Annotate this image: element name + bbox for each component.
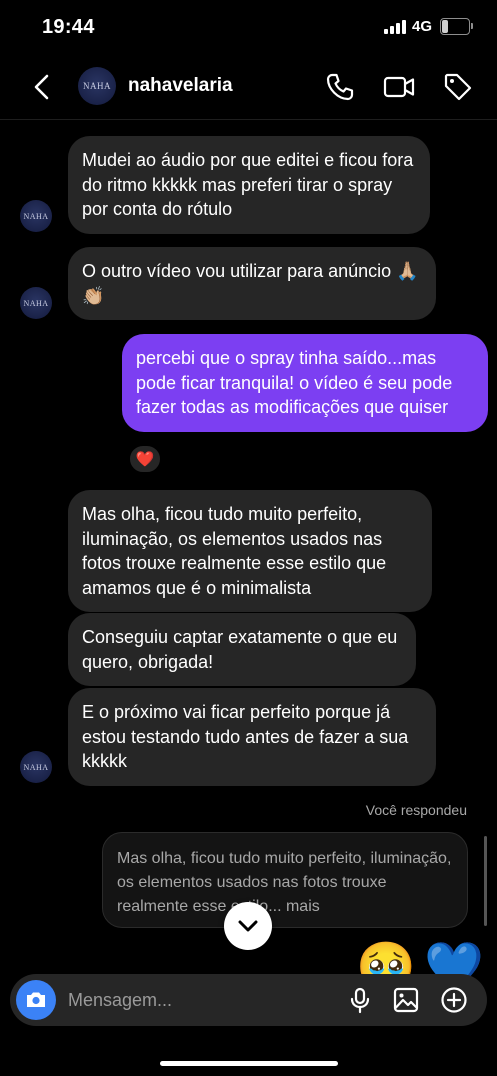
label-button[interactable] [442, 71, 474, 103]
chat-header: NAHA nahavelaria [0, 56, 497, 120]
battery-level: 5 [451, 19, 459, 33]
sender-avatar[interactable]: NAHA [20, 751, 52, 783]
contact-name[interactable]: nahavelaria [128, 75, 233, 97]
back-arrow-icon [34, 74, 49, 100]
status-bar: 19:44 4G 5 [0, 0, 497, 54]
message-reaction[interactable]: ❤️ [128, 444, 162, 474]
message-incoming[interactable]: E o próximo vai ficar perfeito porque já… [68, 688, 436, 786]
avatar-logo-text: NAHA [23, 211, 49, 221]
call-button[interactable] [324, 71, 356, 103]
scroll-to-bottom-button[interactable] [224, 902, 272, 950]
avatar-logo-text: NAHA [83, 81, 111, 91]
message-outgoing[interactable]: percebi que o spray tinha saído...mas po… [122, 334, 488, 432]
microphone-icon [350, 987, 370, 1014]
status-time: 19:44 [42, 16, 95, 38]
avatar-logo-text: NAHA [23, 762, 49, 772]
video-call-button[interactable] [383, 71, 415, 103]
more-options-button[interactable] [440, 986, 468, 1014]
gallery-icon [393, 987, 419, 1013]
battery-icon: 5 [440, 18, 470, 35]
message-input[interactable] [68, 988, 328, 1012]
you-replied-label: Você respondeu [365, 802, 467, 818]
tag-icon [444, 73, 472, 101]
message-incoming[interactable]: Mudei ao áudio por que editei e ficou fo… [68, 136, 430, 234]
chevron-down-icon [238, 920, 258, 932]
home-indicator[interactable] [160, 1061, 338, 1066]
sender-avatar[interactable]: NAHA [20, 200, 52, 232]
gallery-button[interactable] [392, 986, 420, 1014]
signal-icon [384, 20, 406, 34]
message-incoming[interactable]: Conseguiu captar exatamente o que eu que… [68, 613, 416, 686]
network-label: 4G [412, 18, 433, 35]
video-camera-icon [383, 76, 415, 98]
avatar-logo-text: NAHA [23, 298, 49, 308]
sender-avatar[interactable]: NAHA [20, 287, 52, 319]
message-composer [10, 974, 487, 1026]
quoted-reply[interactable]: Mas olha, ficou tudo muito perfeito, ilu… [102, 832, 468, 928]
camera-button[interactable] [16, 980, 56, 1020]
battery-nub [471, 23, 473, 29]
message-incoming[interactable]: Mas olha, ficou tudo muito perfeito, ilu… [68, 490, 432, 612]
camera-icon [27, 992, 45, 1007]
message-incoming[interactable]: O outro vídeo vou utilizar para anúncio … [68, 247, 436, 320]
contact-avatar[interactable]: NAHA [78, 67, 116, 105]
back-button[interactable] [28, 72, 58, 102]
scrollbar[interactable] [484, 836, 487, 926]
plus-circle-icon [441, 987, 467, 1013]
voice-message-button[interactable] [346, 986, 374, 1014]
phone-icon [326, 73, 354, 101]
